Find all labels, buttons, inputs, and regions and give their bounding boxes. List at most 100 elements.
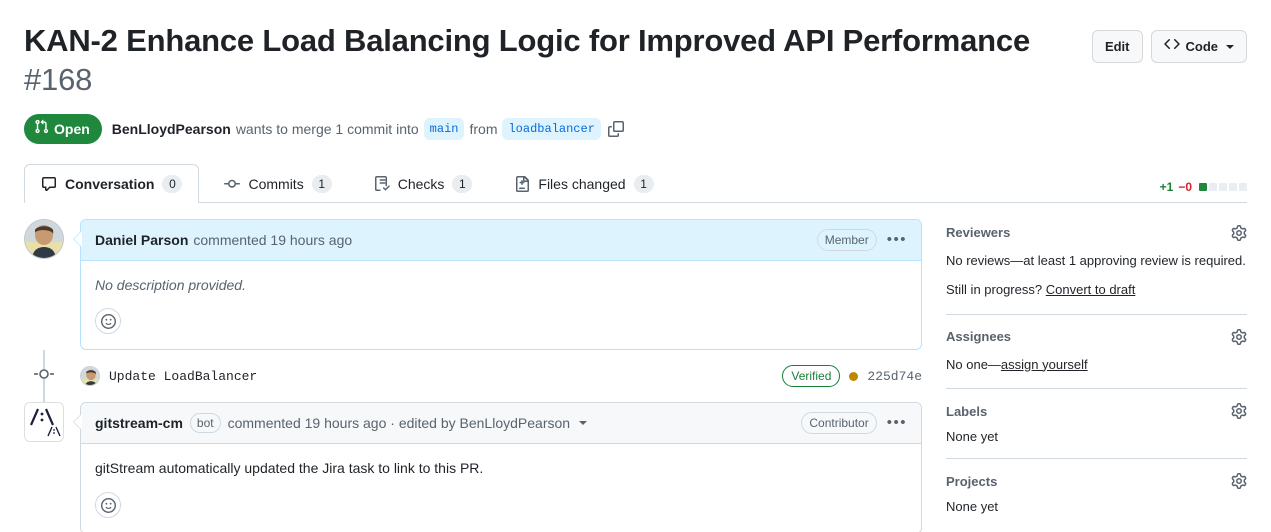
diff-block [1239, 182, 1247, 191]
pull-request-page: KAN-2 Enhance Load Balancing Logic for I… [0, 0, 1271, 532]
gear-icon[interactable] [1231, 473, 1247, 489]
pr-number: #168 [24, 61, 93, 97]
smiley-icon[interactable] [95, 492, 121, 519]
commit-message[interactable]: Update LoadBalancer [109, 369, 257, 384]
chevron-down-icon[interactable] [579, 421, 588, 426]
gear-icon[interactable] [1231, 403, 1247, 419]
kebab-icon[interactable]: ••• [887, 415, 907, 430]
diff-block [1209, 182, 1217, 191]
code-brackets-icon [1163, 36, 1180, 57]
page-title-text: KAN-2 Enhance Load Balancing Logic for I… [24, 23, 1030, 58]
avatar[interactable] [24, 402, 64, 443]
title-row: KAN-2 Enhance Load Balancing Logic for I… [0, 0, 1271, 100]
comment-body: gitStream automatically updated the Jira… [81, 444, 921, 532]
sidebar-labels-title: Labels [946, 403, 988, 419]
sidebar-reviewers-status: No reviews—at least 1 approving review i… [946, 252, 1246, 268]
verified-badge[interactable]: Verified [782, 365, 841, 388]
base-branch-pill[interactable]: main [423, 117, 465, 140]
kebab-icon[interactable]: ••• [887, 232, 907, 247]
sidebar-assignees-title: Assignees [946, 329, 1012, 344]
diff-block [1219, 182, 1227, 191]
commit-dot-cell [24, 367, 64, 386]
tab-commits-count: 1 [311, 174, 332, 193]
comment-text: gitStream automatically updated the Jira… [95, 460, 484, 477]
tab-conversation-count: 0 [162, 174, 183, 193]
avatar-cell [24, 218, 64, 351]
tab-commits[interactable]: Commits 1 [207, 164, 348, 203]
page-title: KAN-2 Enhance Load Balancing Logic for I… [24, 22, 1092, 100]
comment-text: No description provided. [95, 276, 246, 293]
role-badge: Member [816, 228, 877, 251]
timeline-commit-row: Update LoadBalancer Verified 225d74e [24, 350, 922, 403]
status-dot-icon [849, 371, 859, 381]
timeline-comment-gitstream: gitstream-cm bot commented 19 hours ago … [24, 402, 922, 532]
smiley-icon[interactable] [95, 308, 121, 335]
timeline: Daniel Parson commented 19 hours ago Mem… [24, 218, 922, 532]
gear-icon[interactable] [1231, 224, 1247, 241]
tab-checks-count: 1 [452, 174, 473, 193]
tab-checks[interactable]: Checks 1 [357, 164, 490, 203]
timeline-comment-daniel-parson: Daniel Parson commented 19 hours ago Mem… [24, 218, 922, 351]
sidebar-reviewers-title: Reviewers [946, 225, 1011, 240]
comment-header: Daniel Parson commented 19 hours ago Mem… [81, 219, 921, 261]
diff-blocks [1199, 182, 1247, 191]
avatar[interactable] [24, 218, 64, 259]
head-branch-pill[interactable]: loadbalancer [502, 117, 601, 140]
bot-badge: bot [189, 413, 221, 434]
tab-checks-label: Checks [397, 175, 445, 192]
code-button-label: Code [1185, 38, 1219, 54]
comment-meta: commented 19 hours ago [193, 231, 353, 248]
sidebar-labels-value: None yet [946, 429, 999, 444]
tab-conversation-label: Conversation [65, 175, 155, 192]
role-badge: Contributor [801, 412, 877, 435]
assign-yourself-link[interactable]: assign yourself [1001, 357, 1088, 372]
content-area: Daniel Parson commented 19 hours ago Mem… [0, 203, 1271, 532]
commit-sha[interactable]: 225d74e [867, 369, 922, 384]
tab-files-changed[interactable]: Files changed 1 [497, 164, 670, 203]
commit-right: Verified 225d74e [782, 365, 922, 388]
title-actions: Edit Code [1091, 22, 1247, 63]
diff-stat[interactable]: +1 −0 [1160, 180, 1247, 203]
checklist-icon [374, 175, 390, 192]
tab-conversation[interactable]: Conversation 0 [24, 163, 200, 203]
sidebar-projects-header: Projects [946, 473, 1247, 489]
sidebar-assignees-value: No one—assign yourself [946, 355, 1247, 375]
sidebar-projects-title: Projects [946, 473, 998, 489]
diff-block [1199, 182, 1207, 191]
comment-author-line: Daniel Parson commented 19 hours ago [95, 230, 352, 250]
sidebar-assignees-header: Assignees [946, 328, 1247, 345]
avatar-cell [24, 402, 64, 532]
commit-content: Update LoadBalancer Verified 225d74e [64, 365, 922, 388]
comment-meta: commented 19 hours ago · edited by BenLl… [227, 415, 571, 432]
commit-icon [34, 367, 54, 386]
status-badge: Open [24, 113, 102, 144]
commit-left: Update LoadBalancer [80, 366, 257, 387]
sidebar-section-assignees: Assignees No one—assign yourself [946, 328, 1247, 389]
commit-icon [224, 176, 241, 192]
assignees-none-text: No one— [946, 356, 1001, 372]
comment-author[interactable]: gitstream-cm [95, 413, 183, 433]
comment-author[interactable]: Daniel Parson [95, 230, 188, 250]
pr-meta-row: Open BenLloydPearson wants to merge 1 co… [0, 100, 1271, 144]
sidebar-reviewers-header: Reviewers [946, 224, 1247, 241]
sidebar-section-reviewers: Reviewers No reviews—at least 1 approvin… [946, 224, 1247, 315]
edit-button[interactable]: Edit [1091, 30, 1143, 63]
tab-list: Conversation 0 Commits 1 Checks 1 Files … [24, 163, 671, 203]
comment-header-actions: Contributor ••• [801, 412, 907, 435]
pr-author[interactable]: BenLloydPearson [112, 121, 231, 137]
avatar[interactable] [80, 366, 100, 387]
code-button[interactable]: Code [1150, 30, 1247, 63]
comment-icon [41, 176, 57, 192]
tab-bar: Conversation 0 Commits 1 Checks 1 Files … [0, 163, 1271, 203]
convert-to-draft-link[interactable]: Convert to draft [1046, 282, 1136, 297]
sidebar-section-labels: Labels None yet [946, 403, 1247, 459]
comment-header: gitstream-cm bot commented 19 hours ago … [81, 403, 921, 445]
copy-icon[interactable] [607, 120, 624, 137]
diff-additions: +1 [1159, 179, 1174, 194]
sidebar-reviewers-draft-line: Still in progress? Convert to draft [946, 280, 1247, 300]
gear-icon[interactable] [1231, 328, 1247, 345]
tab-files-changed-count: 1 [633, 174, 654, 193]
diff-deletions: −0 [1178, 179, 1192, 194]
comment-box: Daniel Parson commented 19 hours ago Mem… [73, 218, 922, 351]
pull-request-icon [34, 119, 49, 139]
